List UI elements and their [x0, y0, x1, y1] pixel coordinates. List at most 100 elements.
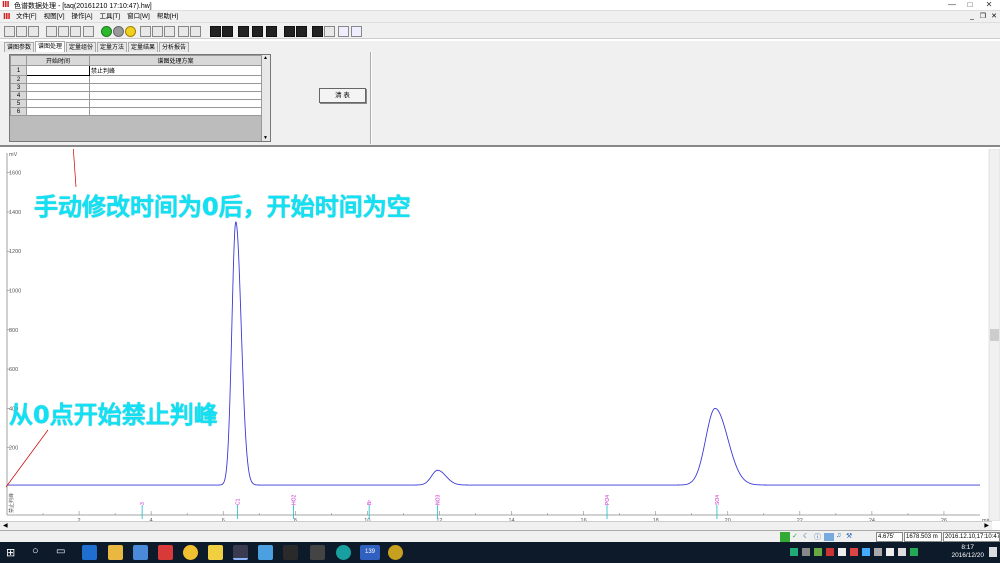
- clock-app-icon[interactable]: [388, 545, 403, 560]
- menu-item-1[interactable]: 视图[V]: [44, 11, 65, 22]
- scheme-cell[interactable]: [89, 83, 262, 92]
- table-icon[interactable]: [83, 26, 94, 37]
- chrome-icon[interactable]: [183, 545, 198, 560]
- tray-wechat-icon[interactable]: [910, 548, 918, 556]
- scroll-right-icon[interactable]: ▶: [984, 522, 989, 529]
- tab-analysis-report[interactable]: 分析报告: [159, 42, 190, 52]
- save-icon[interactable]: [28, 26, 39, 37]
- tray-nvidia-icon[interactable]: [814, 548, 822, 556]
- start-time-cell[interactable]: [26, 65, 90, 76]
- table-row[interactable]: 3: [10, 83, 262, 92]
- app-red-icon[interactable]: [158, 545, 173, 560]
- scroll-up-icon[interactable]: ▲: [263, 55, 268, 61]
- calculator-icon[interactable]: [310, 545, 325, 560]
- marker-icon[interactable]: [351, 26, 362, 37]
- doc-close-button[interactable]: ✕: [991, 11, 997, 22]
- doc-minimize-button[interactable]: _: [970, 11, 974, 22]
- folder-icon[interactable]: [208, 545, 223, 560]
- scroll-down-icon[interactable]: ▼: [263, 135, 268, 141]
- task-view-icon[interactable]: ▭: [56, 546, 65, 557]
- store-icon[interactable]: [133, 545, 148, 560]
- tray-network-icon[interactable]: [790, 548, 798, 556]
- open-file-icon[interactable]: [16, 26, 27, 37]
- tray-battery-icon[interactable]: [874, 548, 882, 556]
- tray-speaker-icon[interactable]: [886, 548, 894, 556]
- horizontal-scrollbar[interactable]: ◀ ▶: [0, 521, 992, 530]
- paste-icon[interactable]: [190, 26, 201, 37]
- stop-icon[interactable]: [125, 26, 136, 37]
- scheme-cell[interactable]: [89, 99, 262, 108]
- start-time-cell[interactable]: [26, 107, 90, 116]
- peak-tool-4-icon[interactable]: [252, 26, 263, 37]
- menu-item-3[interactable]: 工具[T]: [100, 11, 121, 22]
- tray-wifi-icon[interactable]: [862, 548, 870, 556]
- export-icon[interactable]: [58, 26, 69, 37]
- baseline-icon[interactable]: [324, 26, 335, 37]
- chromatogram-series-line[interactable]: [7, 221, 980, 486]
- windows-start-icon[interactable]: ⊞: [6, 546, 15, 559]
- grid-icon[interactable]: [70, 26, 81, 37]
- calc-icon[interactable]: [152, 26, 163, 37]
- tab-quant-method[interactable]: 定量方法: [97, 42, 128, 52]
- table-row[interactable]: 4: [10, 91, 262, 100]
- table-row[interactable]: 6: [10, 107, 262, 116]
- menu-item-4[interactable]: 窗口[W]: [127, 11, 150, 22]
- close-button[interactable]: ✕: [981, 0, 997, 10]
- minimize-button[interactable]: —: [944, 0, 960, 10]
- tab-spectrum-params[interactable]: 谱图参数: [4, 42, 35, 52]
- peak-tool-5-icon[interactable]: [266, 26, 277, 37]
- copy-icon[interactable]: [178, 26, 189, 37]
- tray-counter-badge[interactable]: 139: [360, 545, 380, 560]
- tray-antivirus-icon[interactable]: [826, 548, 834, 556]
- arduino-icon[interactable]: [336, 545, 351, 560]
- start-time-cell[interactable]: [26, 91, 90, 100]
- scheme-cell[interactable]: [89, 107, 262, 116]
- scheme-cell[interactable]: [89, 75, 262, 84]
- menu-item-0[interactable]: 文件[F]: [16, 11, 37, 22]
- peak-tool-6-icon[interactable]: [284, 26, 295, 37]
- image-app-icon[interactable]: [258, 545, 273, 560]
- peak-tool-8-icon[interactable]: [312, 26, 323, 37]
- peak-tool-7-icon[interactable]: [296, 26, 307, 37]
- clear-table-button[interactable]: 清 表: [319, 88, 366, 103]
- taskbar-clock[interactable]: 8:17 2016/12/20: [951, 544, 984, 560]
- printer-icon[interactable]: [164, 26, 175, 37]
- search-icon[interactable]: ○: [32, 545, 39, 557]
- menu-item-5[interactable]: 帮助[H]: [157, 11, 178, 22]
- table-row[interactable]: 2: [10, 75, 262, 84]
- maximize-button[interactable]: □: [962, 0, 978, 10]
- scroll-left-icon[interactable]: ◀: [3, 522, 8, 529]
- grid-scrollbar[interactable]: ▲ ▼: [261, 55, 270, 141]
- edge-icon[interactable]: [82, 545, 97, 560]
- tray-volume-icon[interactable]: [838, 548, 846, 556]
- menu-item-2[interactable]: 操作[A]: [72, 11, 93, 22]
- scheme-cell[interactable]: 禁止判峰: [89, 65, 262, 76]
- peak-tool-2-icon[interactable]: [222, 26, 233, 37]
- chromatography-app-icon[interactable]: [233, 545, 248, 560]
- tray-usb-icon[interactable]: [802, 548, 810, 556]
- tab-spectrum-processing[interactable]: 谱图处理: [35, 41, 66, 52]
- file-explorer-icon[interactable]: [108, 545, 123, 560]
- start-time-cell[interactable]: [26, 99, 90, 108]
- tab-quant-results[interactable]: 定量结果: [128, 42, 159, 52]
- print-icon[interactable]: [46, 26, 57, 37]
- qq-icon[interactable]: [283, 545, 298, 560]
- new-file-icon[interactable]: [4, 26, 15, 37]
- table-row[interactable]: 5: [10, 99, 262, 108]
- peak-tool-1-icon[interactable]: [210, 26, 221, 37]
- peak-tool-3-icon[interactable]: [238, 26, 249, 37]
- table-row[interactable]: 1 禁止判峰: [10, 65, 262, 76]
- tray-alert-icon[interactable]: [850, 548, 858, 556]
- pause-icon[interactable]: [113, 26, 124, 37]
- notification-icon[interactable]: [989, 547, 997, 557]
- report-icon[interactable]: [140, 26, 151, 37]
- start-time-cell[interactable]: [26, 75, 90, 84]
- tab-quant-components[interactable]: 定量组份: [66, 42, 97, 52]
- person-icon[interactable]: [338, 26, 349, 37]
- start-icon[interactable]: [101, 26, 112, 37]
- scheme-cell[interactable]: [89, 91, 262, 100]
- doc-restore-button[interactable]: ❐: [980, 11, 986, 22]
- start-time-cell[interactable]: [26, 83, 90, 92]
- tray-ime-icon[interactable]: [898, 548, 906, 556]
- vertical-scroll-thumb[interactable]: [990, 329, 999, 341]
